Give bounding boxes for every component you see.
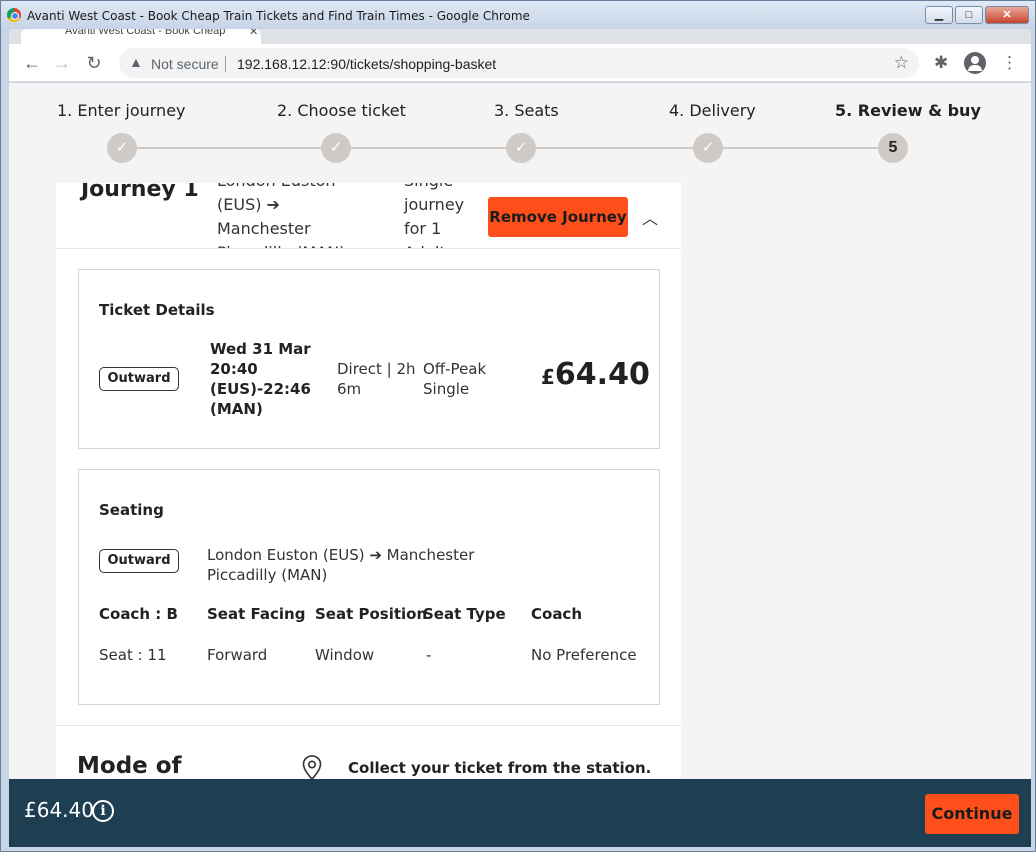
profile-avatar-icon[interactable] [964, 52, 986, 74]
section-divider [56, 725, 681, 726]
remove-journey-button[interactable]: Remove Journey [488, 197, 628, 237]
title-bar: Avanti West Coast - Book Cheap Train Tic… [1, 1, 1035, 31]
step-check-icon: ✓ [321, 133, 351, 163]
minimize-button[interactable]: ▁ [925, 6, 953, 24]
ticket-price: £64.40 [541, 357, 650, 392]
seating-title: Seating [99, 501, 164, 519]
seat-type-value: - [426, 646, 432, 664]
seat-facing-value: Forward [207, 646, 268, 664]
journey-header: Journey 1 London Euston (EUS) ➔ Manchest… [56, 183, 681, 249]
tab-label: Avanti West Coast - Book Cheap [65, 29, 226, 37]
browser-toolbar: ← → ↻ ▲ Not secure 192.168.12.12:90/tick… [9, 44, 1031, 82]
back-arrow-icon[interactable]: ← [21, 52, 43, 74]
address-bar[interactable]: ▲ Not secure 192.168.12.12:90/tickets/sh… [119, 48, 919, 78]
seat-number: Seat : 11 [99, 646, 167, 664]
journey-title: Journey 1 [81, 183, 199, 202]
price-currency: £ [541, 365, 555, 389]
ticket-date-time: Wed 31 Mar 20:40 (EUS)-22:46 (MAN) [210, 340, 311, 418]
delivery-collect-text: Collect your ticket from the station. [348, 759, 652, 777]
close-button[interactable]: ✕ [985, 6, 1029, 24]
bookmark-star-icon[interactable]: ☆ [894, 53, 909, 73]
seat-position-header: Seat Position [315, 605, 428, 623]
seat-facing-header: Seat Facing [207, 605, 306, 623]
basket-footer: £64.40 i Continue [9, 779, 1031, 847]
window-controls: ▁ □ ✕ [925, 6, 1029, 24]
step-check-icon: ✓ [506, 133, 536, 163]
coach-preference-header: Coach [531, 605, 583, 623]
outward-badge: Outward [99, 367, 179, 391]
seating-route: London Euston (EUS) ➔ Manchester Piccadi… [207, 546, 475, 584]
tab-close-icon[interactable]: ✕ [249, 29, 258, 38]
step-check-icon: ✓ [693, 133, 723, 163]
ticket-details-box: Ticket Details Outward Wed 31 Mar 20:40 … [78, 269, 660, 449]
step-current-number: 5 [878, 133, 908, 163]
reload-icon[interactable]: ↻ [83, 52, 105, 74]
seat-position-value: Window [315, 646, 375, 664]
seating-box: Seating Outward London Euston (EUS) ➔ Ma… [78, 469, 660, 705]
journey-route: London Euston (EUS) ➔ Manchester Piccadi… [217, 183, 345, 248]
browser-window: Avanti West Coast - Book Cheap Train Tic… [0, 0, 1036, 852]
security-label[interactable]: Not secure [151, 56, 219, 72]
price-amount: 64.40 [554, 357, 650, 392]
journey-ticket-type: Single journey for 1 Adult [404, 183, 465, 248]
step-label-enter-journey: 1. Enter journey [57, 101, 186, 120]
info-icon[interactable]: i [92, 800, 114, 822]
delivery-mode-title: Mode of [77, 753, 182, 779]
coach-preference-value: No Preference [531, 646, 637, 664]
step-label-choose-ticket: 2. Choose ticket [277, 101, 406, 120]
step-label-delivery: 4. Delivery [669, 101, 756, 120]
maximize-button[interactable]: □ [955, 6, 983, 24]
outward-badge: Outward [99, 549, 179, 573]
extensions-puzzle-icon[interactable]: ✱ [934, 53, 948, 73]
step-label-review-buy: 5. Review & buy [835, 101, 981, 120]
window-title: Avanti West Coast - Book Cheap Train Tic… [27, 9, 530, 23]
progress-steps: 1. Enter journey 2. Choose ticket 3. Sea… [9, 83, 1031, 183]
address-divider [225, 56, 226, 72]
location-pin-icon [302, 755, 322, 779]
url-text[interactable]: 192.168.12.12:90/tickets/shopping-basket [237, 56, 496, 72]
seat-type-header: Seat Type [423, 605, 506, 623]
continue-button[interactable]: Continue [925, 794, 1019, 834]
ticket-duration: Direct | 2h 6m [337, 360, 416, 398]
forward-arrow-icon[interactable]: → [51, 52, 73, 74]
warning-icon[interactable]: ▲ [129, 54, 143, 70]
menu-kebab-icon[interactable]: ⋮ [1001, 53, 1018, 73]
step-check-icon: ✓ [107, 133, 137, 163]
step-label-seats: 3. Seats [494, 101, 559, 120]
ticket-fare-type: Off-Peak Single [423, 360, 487, 398]
tab-strip: Avanti West Coast - Book Cheap ✕ [9, 29, 1031, 44]
page-viewport: 1. Enter journey 2. Choose ticket 3. Sea… [9, 83, 1031, 779]
chrome-icon [7, 8, 21, 22]
total-price: £64.40 [24, 798, 94, 822]
chevron-up-icon[interactable]: ︿ [642, 205, 658, 229]
seat-coach-header: Coach : B [99, 605, 178, 623]
basket-card: Journey 1 London Euston (EUS) ➔ Manchest… [56, 183, 681, 779]
browser-tab[interactable]: Avanti West Coast - Book Cheap ✕ [21, 29, 261, 44]
ticket-details-title: Ticket Details [99, 301, 215, 319]
